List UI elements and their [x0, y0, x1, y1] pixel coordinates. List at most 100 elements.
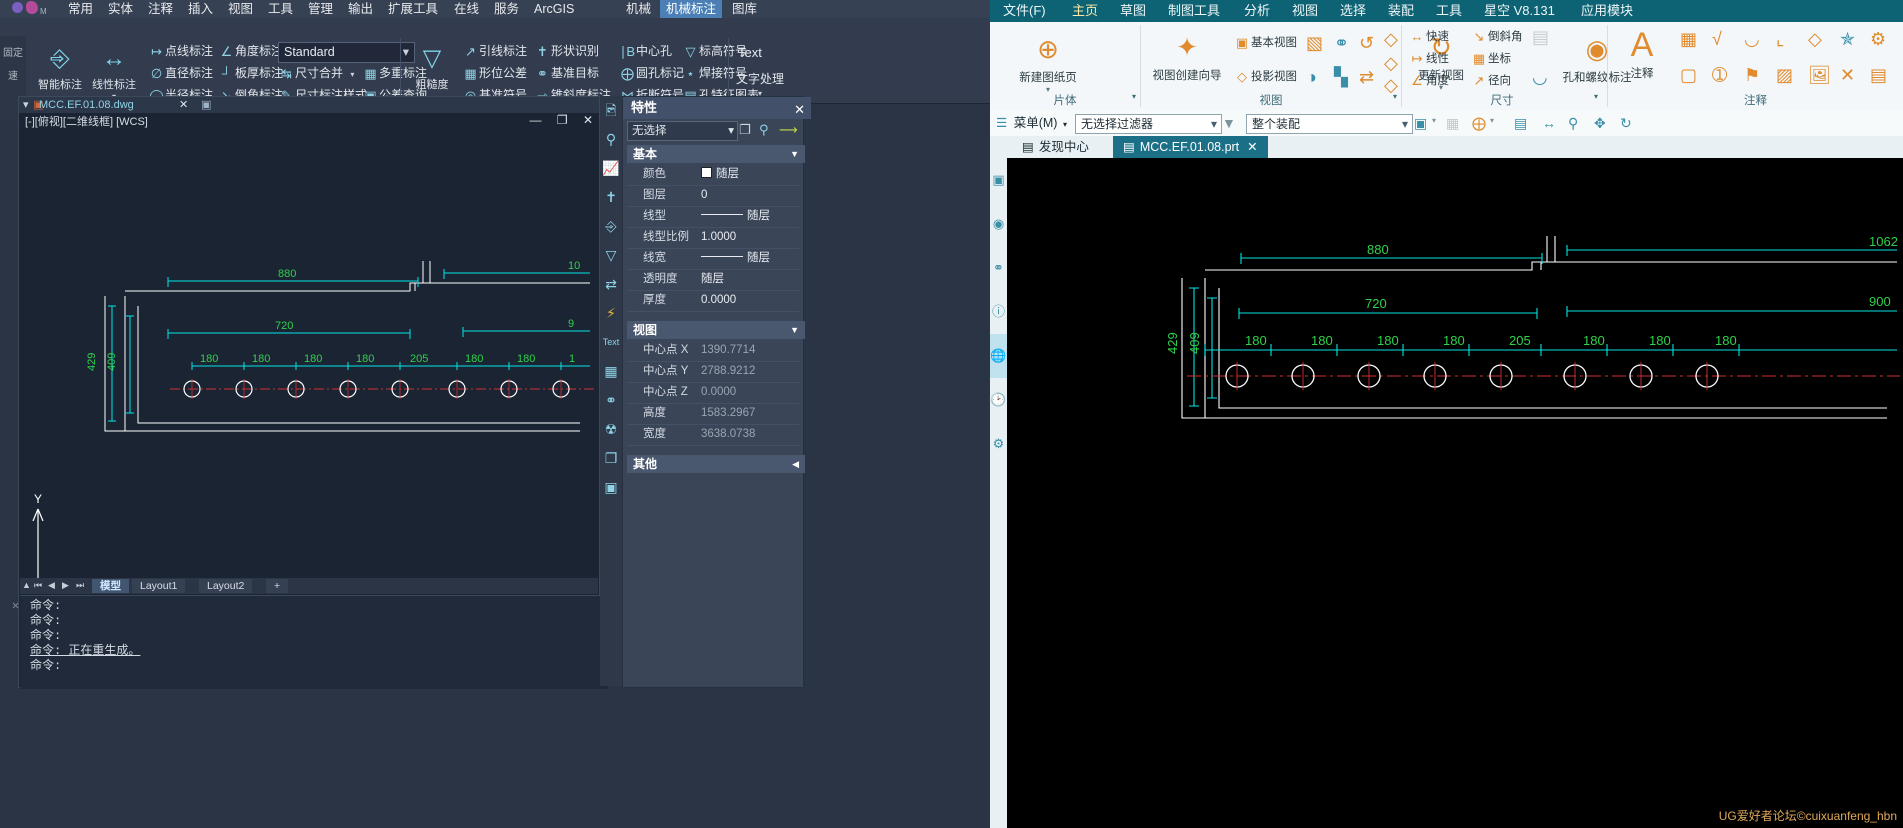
nx-ribbon-tab-8[interactable]: 工具	[1427, 0, 1471, 22]
next-tab-icon[interactable]: ▶	[62, 580, 69, 591]
chevron-down-icon[interactable]: ▾	[1490, 116, 1494, 125]
sym-item-leader[interactable]: ↗ 引线标注	[462, 40, 527, 63]
rotate-icon[interactable]: ↻	[1620, 115, 1632, 132]
help-icon[interactable]: ▣	[600, 473, 622, 502]
area-fill-icon[interactable]: ◇	[1808, 29, 1822, 50]
fit-view-icon[interactable]: ↔	[1542, 115, 1556, 131]
select-objects-icon[interactable]: ⚲	[759, 122, 769, 138]
property-value[interactable]: 3638.0738	[701, 424, 755, 445]
nx-ribbon-tab-7[interactable]: 装配	[1379, 0, 1423, 22]
smart-dim-icon[interactable]: ⎆	[600, 212, 622, 241]
acad-ribbon-tab-5[interactable]: 工具	[262, 0, 299, 18]
view-style-icon[interactable]: ▤	[1514, 115, 1527, 132]
layout-tab-2[interactable]: Layout2	[199, 579, 253, 593]
linear-dimension-button[interactable]: ↔ 线性标注 ▾	[88, 42, 140, 101]
property-value[interactable]: 0.0000	[701, 290, 736, 311]
layer-copy-icon[interactable]: ❐	[600, 444, 622, 473]
chevron-down-icon[interactable]: ▾	[1211, 115, 1217, 133]
custom-symbol-icon[interactable]: ◡	[1744, 29, 1760, 50]
properties-section-2[interactable]: 其他 ◀	[627, 455, 805, 473]
intersection-icon[interactable]: ✕	[1840, 65, 1855, 86]
half-section-icon[interactable]: ▚	[1334, 67, 1348, 88]
close-icon[interactable]: ✕	[794, 99, 805, 121]
weld-symbol-icon[interactable]: ⌞	[1776, 29, 1784, 50]
dim-item-point-line[interactable]: ↦ 点线标注	[148, 40, 213, 63]
chamfer-dim-button[interactable]: ↘ 倒斜角	[1470, 25, 1523, 49]
edit-settings-icon[interactable]: ⚙	[1870, 29, 1886, 50]
property-row[interactable]: 透明度 随层	[627, 269, 799, 291]
properties-section-1[interactable]: 视图 ▼	[627, 321, 805, 339]
property-row[interactable]: 宽度 3638.0738	[627, 424, 799, 446]
center-mark-icon[interactable]: ✯	[1840, 29, 1855, 50]
nx-ribbon-tab-0[interactable]: 文件(F)	[994, 0, 1055, 22]
chevron-down-icon[interactable]: ▾	[23, 97, 29, 113]
nx-graphics-window[interactable]: 880 1062 720 900 180 180 180 180 205 180…	[1007, 158, 1903, 828]
angular-dim-button[interactable]: ∠ 角度	[1408, 69, 1449, 93]
target-point-icon[interactable]: ⚑	[1744, 65, 1760, 86]
layout-tab-0[interactable]: 模型	[92, 579, 129, 593]
text-icon[interactable]: Text	[600, 328, 622, 357]
nx-ribbon-tab-3[interactable]: 制图工具	[1159, 0, 1229, 22]
acad-ribbon-tab-6[interactable]: 管理	[302, 0, 339, 18]
funnel-icon[interactable]: ▼	[1222, 115, 1236, 131]
collapse-icon[interactable]: ▲	[22, 580, 31, 590]
nx-ribbon-tab-10[interactable]: 应用模块	[1572, 0, 1642, 22]
broken-view-icon[interactable]: ⚭	[1334, 33, 1349, 54]
section-view-icon[interactable]: ▧	[1306, 33, 1323, 54]
detail-view-icon[interactable]: ◑	[1306, 67, 1317, 88]
sym-item-gdt[interactable]: ▦ 形位公差	[462, 62, 527, 85]
acad-ribbon-tab-9[interactable]: 在线	[448, 0, 485, 18]
property-row[interactable]: 颜色 随层	[627, 164, 799, 186]
select-type-icon[interactable]: ▣	[1414, 115, 1427, 132]
acad-ribbon-tab-13[interactable]: 机械标注	[660, 0, 723, 18]
property-value[interactable]: 随层	[701, 164, 739, 185]
acad-ribbon-tab-11[interactable]: ArcGIS	[528, 0, 580, 18]
acad-ribbon-tab-14[interactable]: 图库	[726, 0, 763, 18]
dim-item-angle[interactable]: ∠ 角度标注	[218, 40, 283, 63]
selection-filter-combo[interactable]: 无选择过滤器 ▾	[1075, 114, 1222, 134]
property-row[interactable]: 线宽 随层	[627, 248, 799, 270]
base-view-button[interactable]: ▣ 基本视图	[1233, 31, 1297, 55]
block-library-icon[interactable]: ▦	[600, 357, 622, 386]
arc-length-icon[interactable]: ◡	[1532, 67, 1548, 88]
surface-finish-icon[interactable]: √	[1712, 29, 1722, 50]
nx-ribbon-tab-1[interactable]: 主页	[1063, 0, 1108, 24]
history-icon[interactable]: 🕑	[990, 378, 1007, 422]
toggle-pickadd-icon[interactable]: ❐	[739, 122, 751, 138]
hatch-icon[interactable]: ▨	[1776, 65, 1793, 86]
property-value[interactable]: 1390.7714	[701, 340, 755, 361]
radial-dim-button[interactable]: ↗ 径向	[1470, 69, 1511, 93]
render-image-icon[interactable]: 🖻	[600, 96, 622, 125]
snap-point-icon[interactable]: ⨁	[1472, 115, 1486, 132]
chart-axis-icon[interactable]: 📈	[600, 154, 622, 183]
acad-ribbon-tab-2[interactable]: 注释	[142, 0, 179, 18]
trash-icon[interactable]: ☢	[600, 415, 622, 444]
nx-ribbon-tab-6[interactable]: 选择	[1331, 0, 1375, 22]
chevron-down-icon[interactable]: ▾	[1402, 115, 1408, 133]
nx-ribbon-tab-5[interactable]: 视图	[1283, 0, 1327, 22]
property-value[interactable]: 1.0000	[701, 227, 736, 248]
close-icon[interactable]: ✕	[1247, 140, 1257, 154]
extract-icon[interactable]: ⚭	[600, 386, 622, 415]
quick-dim-button[interactable]: ↔ 快速	[1408, 25, 1450, 49]
acad-ribbon-tab-7[interactable]: 输出	[342, 0, 379, 18]
acad-ribbon-tab-12[interactable]: 机械	[620, 0, 657, 18]
ordinate-dim-button[interactable]: ▦ 坐标	[1470, 47, 1511, 71]
close-icon[interactable]: ✕	[12, 599, 19, 614]
acad-ribbon-tab-8[interactable]: 扩展工具	[382, 0, 444, 18]
annotation-button[interactable]: A 注释	[1614, 25, 1670, 81]
part-navigator-icon[interactable]: ▣	[990, 158, 1007, 202]
quick-select-icon[interactable]: ⟶	[779, 122, 798, 138]
layout-tab-3[interactable]: +	[266, 579, 289, 593]
selection-combo[interactable]: 无选择 ▾	[627, 121, 738, 141]
move-view-icon[interactable]: ⇄	[1359, 67, 1374, 88]
linear-dim-button[interactable]: ↦ 线性	[1408, 47, 1449, 71]
chevron-down-icon[interactable]: ▼	[790, 145, 799, 163]
close-button[interactable]: ✕	[583, 113, 593, 127]
maximize-button[interactable]: ❐	[557, 113, 568, 127]
web-icon[interactable]: 🌐	[990, 334, 1007, 378]
zoom-find-icon[interactable]: ⚲	[600, 125, 622, 154]
chevron-down-icon[interactable]: ▾	[350, 70, 354, 79]
acad-ribbon-tab-3[interactable]: 插入	[182, 0, 219, 18]
chevron-down-icon[interactable]: ▾	[1393, 92, 1397, 101]
